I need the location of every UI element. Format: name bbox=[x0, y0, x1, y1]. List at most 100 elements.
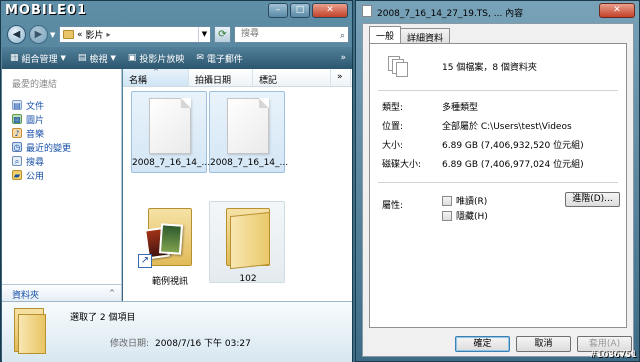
search-input[interactable]: 搜尋 ⌕ bbox=[234, 26, 349, 43]
tab-strip: 一般 詳細資料 bbox=[369, 26, 451, 44]
folder-front-icon bbox=[230, 211, 270, 270]
tab-details[interactable]: 詳細資料 bbox=[400, 28, 451, 44]
hidden-checkbox[interactable]: 隱藏(H) bbox=[442, 209, 488, 222]
views-menu[interactable]: ▤ 檢視 ▼ bbox=[72, 52, 122, 65]
shortcut-arrow-icon: ↗ bbox=[138, 254, 152, 268]
type-value: 多種類型 bbox=[442, 103, 479, 113]
size-value: 6.89 GB (7,406,932,520 位元組) bbox=[442, 141, 584, 151]
minimize-button[interactable]: – bbox=[268, 3, 288, 18]
column-header-tags[interactable]: 標記 bbox=[253, 69, 331, 86]
checkbox-box[interactable] bbox=[442, 195, 452, 206]
nav-item-searches[interactable]: ⌕ 搜尋 bbox=[2, 154, 121, 168]
location-value: 全部屬於 C:\Users\test\Videos bbox=[442, 122, 572, 132]
maximize-button[interactable]: □ bbox=[290, 3, 310, 18]
back-button[interactable]: ◀ bbox=[7, 25, 26, 44]
folder-thumbnail: 102 bbox=[209, 201, 285, 284]
file-item-video-2[interactable]: 2008_7_16_14_... bbox=[209, 91, 288, 173]
music-icon: ♪ bbox=[12, 128, 22, 138]
column-headers: ^ 名稱 拍攝日期 標記 » bbox=[123, 68, 352, 87]
folder-icon bbox=[63, 30, 74, 39]
folders-toggle[interactable]: 資料夾 ^ bbox=[2, 284, 121, 301]
column-overflow-button[interactable]: » bbox=[331, 69, 351, 86]
pictures-icon: ▩ bbox=[12, 114, 22, 124]
modified-date-label: 修改日期: bbox=[110, 339, 150, 349]
details-pane: 選取了 2 個項目 修改日期: 2008/7/16 下午 03:27 bbox=[2, 301, 352, 362]
search-icon[interactable]: ⌕ bbox=[340, 29, 345, 44]
close-button[interactable]: ✕ bbox=[599, 3, 635, 18]
nav-item-recent-changes[interactable]: ◷ 最近的變更 bbox=[2, 140, 121, 154]
slideshow-button[interactable]: ▣ 投影片放映 bbox=[122, 52, 191, 65]
column-header-name[interactable]: ^ 名稱 bbox=[123, 68, 189, 86]
recent-pages-dropdown[interactable]: ▼ bbox=[50, 31, 55, 39]
size-on-disk-label: 磁碟大小: bbox=[382, 160, 422, 170]
favorite-links-list: ▤ 文件 ▩ 圖片 ♪ 音樂 ◷ 最近的變更 ⌕ 搜尋 ▰ 公用 bbox=[2, 98, 121, 182]
file-thumbnail: 2008_7_16_14_... bbox=[131, 91, 211, 173]
checkbox-box[interactable] bbox=[442, 210, 452, 221]
nav-item-music[interactable]: ♪ 音樂 bbox=[2, 126, 121, 140]
file-thumbnail: 2008_7_16_14_... bbox=[209, 91, 288, 173]
navigation-pane: 最愛的連結 ▤ 文件 ▩ 圖片 ♪ 音樂 ◷ 最近的變更 ⌕ 搜尋 ▰ 公用 資… bbox=[2, 69, 122, 301]
window-controls: – □ ✕ bbox=[268, 3, 348, 18]
file-item-video-1[interactable]: 2008_7_16_14_... bbox=[131, 91, 211, 173]
chevron-down-icon: ▼ bbox=[110, 54, 116, 62]
type-label: 類型: bbox=[382, 103, 404, 113]
readonly-label: 唯讀(R) bbox=[456, 197, 488, 207]
organize-label: 組合管理 bbox=[21, 54, 58, 65]
public-folder-icon: ▰ bbox=[12, 170, 22, 180]
nav-item-label: 文件 bbox=[26, 101, 45, 112]
general-tab-panel: 15 個檔案，8 個資料夾 類型: 多種類型 位置: 全部屬於 C:\Users… bbox=[369, 43, 627, 328]
address-dropdown-icon[interactable]: ▼ bbox=[198, 27, 210, 42]
recent-changes-icon: ◷ bbox=[12, 142, 22, 152]
selection-summary: 選取了 2 個項目 bbox=[70, 313, 136, 323]
cancel-button[interactable]: 取消 bbox=[516, 336, 571, 352]
toolbar-overflow-button[interactable]: » bbox=[340, 53, 352, 63]
tab-general[interactable]: 一般 bbox=[369, 26, 402, 43]
address-prefix[interactable]: « bbox=[77, 30, 83, 40]
address-bar[interactable]: « 影片 ▸ ▼ bbox=[59, 26, 211, 43]
file-count-summary: 15 個檔案，8 個資料夾 bbox=[442, 63, 537, 73]
folder-name: 範例視訊 bbox=[151, 277, 188, 287]
email-button[interactable]: ✉ 電子郵件 bbox=[190, 52, 249, 65]
search-placeholder: 搜尋 bbox=[241, 29, 260, 39]
advanced-button[interactable]: 進階(D)... bbox=[565, 192, 620, 207]
address-current[interactable]: 影片 bbox=[86, 28, 104, 41]
nav-item-label: 圖片 bbox=[26, 115, 45, 126]
folder-item-102[interactable]: 102 bbox=[209, 201, 285, 284]
file-name: 2008_7_16_14_... bbox=[132, 158, 211, 168]
folders-label: 資料夾 bbox=[12, 291, 40, 301]
properties-body: 一般 詳細資料 15 個檔案，8 個資料夾 類型: 多種類型 位置: 全部屬於 … bbox=[362, 23, 634, 357]
divider bbox=[378, 182, 618, 183]
sort-ascending-icon: ^ bbox=[153, 68, 159, 76]
nav-item-label: 最近的變更 bbox=[26, 143, 72, 154]
views-icon: ▤ bbox=[77, 53, 87, 63]
column-name-label: 名稱 bbox=[129, 76, 148, 86]
address-row: ◀ ▶ ▼ « 影片 ▸ ▼ ⟳ 搜尋 ⌕ bbox=[1, 23, 352, 47]
chevron-down-icon: ▼ bbox=[60, 54, 66, 62]
nav-item-pictures[interactable]: ▩ 圖片 bbox=[2, 112, 121, 126]
size-on-disk-value: 6.89 GB (7,406,977,024 位元組) bbox=[442, 160, 584, 170]
address-separator[interactable]: ▸ bbox=[107, 30, 111, 39]
explorer-window: MOBILE01 – □ ✕ ◀ ▶ ▼ « 影片 ▸ ▼ ⟳ 搜尋 ⌕ ▦ 組… bbox=[0, 0, 353, 362]
document-icon bbox=[227, 98, 269, 154]
nav-item-documents[interactable]: ▤ 文件 bbox=[2, 98, 121, 112]
folder-thumbnail: ↗ 範例視訊 bbox=[131, 201, 207, 287]
divider bbox=[378, 90, 618, 91]
slideshow-icon: ▣ bbox=[127, 53, 137, 63]
chevron-up-icon: ^ bbox=[109, 289, 115, 297]
ok-button[interactable]: 確定 bbox=[455, 336, 510, 352]
organize-menu[interactable]: ▦ 組合管理 ▼ bbox=[4, 52, 72, 65]
folder-name: 102 bbox=[239, 274, 257, 284]
dialog-title: 2008_7_16_14_27_19.TS, ... 內容 bbox=[377, 9, 524, 19]
selection-folder-icon bbox=[14, 308, 46, 354]
forward-button[interactable]: ▶ bbox=[29, 25, 48, 44]
file-list-pane: ^ 名稱 拍攝日期 標記 » 2008_7_16_14_... 2008_7_1… bbox=[123, 68, 352, 301]
column-header-date-taken[interactable]: 拍攝日期 bbox=[189, 69, 253, 86]
properties-titlebar: 2008_7_16_14_27_19.TS, ... 內容 ✕ bbox=[356, 1, 639, 23]
refresh-button[interactable]: ⟳ bbox=[214, 26, 231, 43]
folder-item-sample-videos[interactable]: ↗ 範例視訊 bbox=[131, 201, 207, 287]
close-button[interactable]: ✕ bbox=[312, 3, 348, 18]
size-label: 大小: bbox=[382, 141, 404, 151]
email-label: 電子郵件 bbox=[206, 54, 243, 65]
nav-item-public[interactable]: ▰ 公用 bbox=[2, 168, 121, 182]
readonly-checkbox[interactable]: 唯讀(R) bbox=[442, 194, 487, 207]
